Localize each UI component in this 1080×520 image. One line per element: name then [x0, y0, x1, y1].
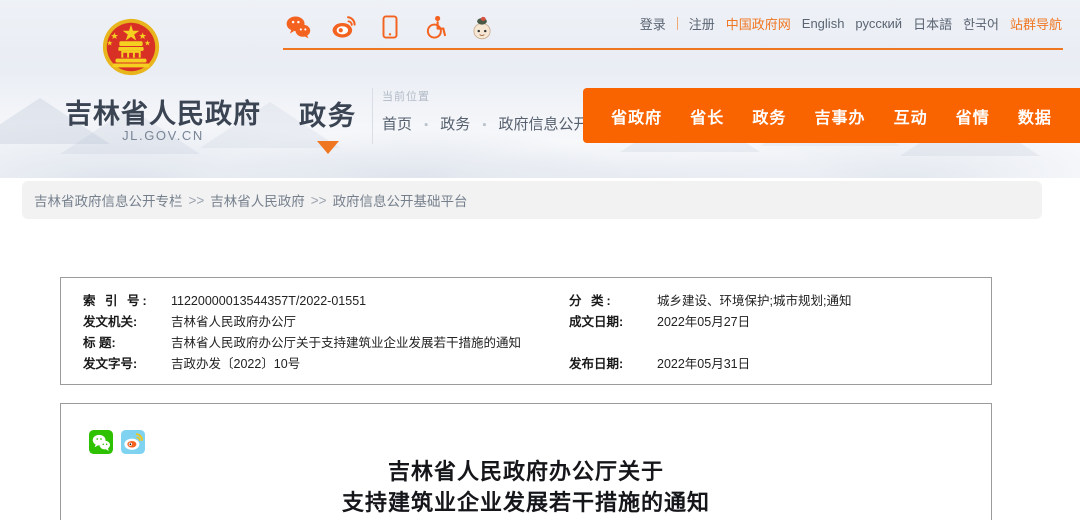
breadcrumb: 吉林省政府信息公开专栏 >> 吉林省人民政府 >> 政府信息公开基础平台 [22, 181, 1042, 219]
breadcrumb-separator: >> [311, 193, 327, 208]
table-row: 索 引 号: 11220000013544357T/2022-01551 [83, 290, 563, 311]
document-content-panel: 吉林省人民政府办公厅关于 支持建筑业企业发展若干措施的通知 [60, 403, 992, 520]
metadata-left-column: 索 引 号: 11220000013544357T/2022-01551 发文机… [83, 290, 563, 374]
metadata-label-category: 分 类: [569, 290, 657, 309]
breadcrumb-item-government[interactable]: 吉林省人民政府 [210, 190, 305, 210]
english-link[interactable]: English [802, 16, 845, 31]
breadcrumb-item-platform[interactable]: 政府信息公开基础平台 [333, 190, 468, 210]
metadata-label-docnumber: 发文字号: [83, 353, 171, 372]
metadata-label-issuer: 发文机关: [83, 311, 171, 330]
breadcrumb-separator: >> [189, 193, 205, 208]
site-nav-link[interactable]: 站群导航 [1010, 14, 1062, 33]
metadata-label-publishdate: 发布日期: [569, 353, 657, 372]
breadcrumb-dot: ▪ [482, 119, 486, 131]
metadata-label-writedate: 成文日期: [569, 311, 657, 330]
table-row-spacer [569, 332, 969, 353]
metadata-value-publishdate: 2022年05月31日 [657, 353, 750, 372]
section-selector[interactable]: 政务 [292, 94, 364, 154]
nav-interaction[interactable]: 互动 [894, 104, 928, 128]
breadcrumb-disclosure[interactable]: 政府信息公开 [499, 116, 589, 133]
site-domain: JL.GOV.CN [48, 128, 278, 143]
metadata-label-title: 标 题: [83, 332, 171, 351]
metadata-right-column: 分 类: 城乡建设、环境保护;城市规划;通知 成文日期: 2022年05月27日… [569, 290, 969, 374]
japanese-link[interactable]: 日本語 [913, 14, 952, 33]
breadcrumb-dot: ▪ [424, 119, 428, 131]
share-icon-row [89, 430, 145, 454]
document-title: 吉林省人民政府办公厅关于 支持建筑业企业发展若干措施的通知 [61, 456, 991, 518]
table-row: 发文机关: 吉林省人民政府办公厅 [83, 311, 563, 332]
nav-data[interactable]: 数据 [1018, 104, 1052, 128]
korean-link[interactable]: 한국어 [963, 14, 999, 33]
weibo-icon[interactable] [331, 14, 357, 40]
national-emblem [100, 16, 162, 78]
nav-province-info[interactable]: 省情 [956, 104, 990, 128]
accessibility-icon[interactable] [423, 14, 449, 40]
current-position-block: 当前位置 首页 ▪ 政务 ▪ 政府信息公开 [382, 88, 589, 134]
table-row: 标 题: 吉林省人民政府办公厅关于支持建筑业企业发展若干措施的通知 [83, 332, 563, 353]
login-link[interactable]: 登录 [640, 14, 666, 33]
china-gov-link[interactable]: 中国政府网 [726, 14, 791, 33]
nav-governor[interactable]: 省长 [690, 104, 724, 128]
page-root: 吉林省人民政府 JL.GOV.CN [0, 0, 1080, 520]
current-position-label: 当前位置 [382, 88, 589, 104]
metadata-label-index: 索 引 号: [83, 290, 171, 309]
russian-link[interactable]: русский [855, 16, 902, 31]
breadcrumb-item-column[interactable]: 吉林省政府信息公开专栏 [34, 190, 183, 210]
metadata-value-issuer: 吉林省人民政府办公厅 [171, 311, 296, 330]
header-divider-rule [283, 48, 1063, 50]
chevron-down-icon[interactable] [317, 141, 339, 154]
table-row: 分 类: 城乡建设、环境保护;城市规划;通知 [569, 290, 969, 311]
top-utility-links: 登录 注册 中国政府网 English русский 日本語 한국어 站群导航 [640, 14, 1062, 33]
table-row: 发文字号: 吉政办发〔2022〕10号 [83, 353, 563, 374]
section-label: 政务 [292, 94, 364, 133]
social-icon-row [285, 12, 495, 42]
site-title: 吉林省人民政府 [48, 92, 278, 131]
table-row: 发布日期: 2022年05月31日 [569, 353, 969, 374]
metadata-value-category: 城乡建设、环境保护;城市规划;通知 [657, 290, 851, 309]
document-title-line-2: 支持建筑业企业发展若干措施的通知 [61, 487, 991, 518]
document-title-line-1: 吉林省人民政府办公厅关于 [61, 456, 991, 487]
wechat-share-icon[interactable] [89, 430, 113, 454]
breadcrumb-affairs[interactable]: 政务 [440, 116, 470, 133]
main-navigation: 省政府 省长 政务 吉事办 互动 省情 数据 [583, 88, 1080, 143]
site-header: 吉林省人民政府 JL.GOV.CN [0, 0, 1080, 178]
metadata-value-index: 11220000013544357T/2022-01551 [171, 294, 366, 308]
vertical-divider [372, 88, 373, 144]
nav-government-affairs[interactable]: 政务 [752, 104, 786, 128]
weibo-share-icon[interactable] [121, 430, 145, 454]
table-row: 成文日期: 2022年05月27日 [569, 311, 969, 332]
register-link[interactable]: 注册 [689, 14, 715, 33]
mascot-icon[interactable] [469, 14, 495, 40]
breadcrumb-home[interactable]: 首页 [382, 116, 412, 133]
document-metadata-table: 索 引 号: 11220000013544357T/2022-01551 发文机… [60, 277, 992, 385]
metadata-value-writedate: 2022年05月27日 [657, 311, 750, 330]
nav-provincial-government[interactable]: 省政府 [611, 104, 662, 128]
link-separator [677, 17, 678, 30]
wechat-icon[interactable] [285, 14, 311, 40]
nav-jishiban[interactable]: 吉事办 [814, 104, 865, 128]
header-breadcrumb: 首页 ▪ 政务 ▪ 政府信息公开 [382, 113, 589, 134]
metadata-value-title: 吉林省人民政府办公厅关于支持建筑业企业发展若干措施的通知 [171, 332, 521, 351]
metadata-value-docnumber: 吉政办发〔2022〕10号 [171, 353, 300, 372]
mobile-icon[interactable] [377, 14, 403, 40]
